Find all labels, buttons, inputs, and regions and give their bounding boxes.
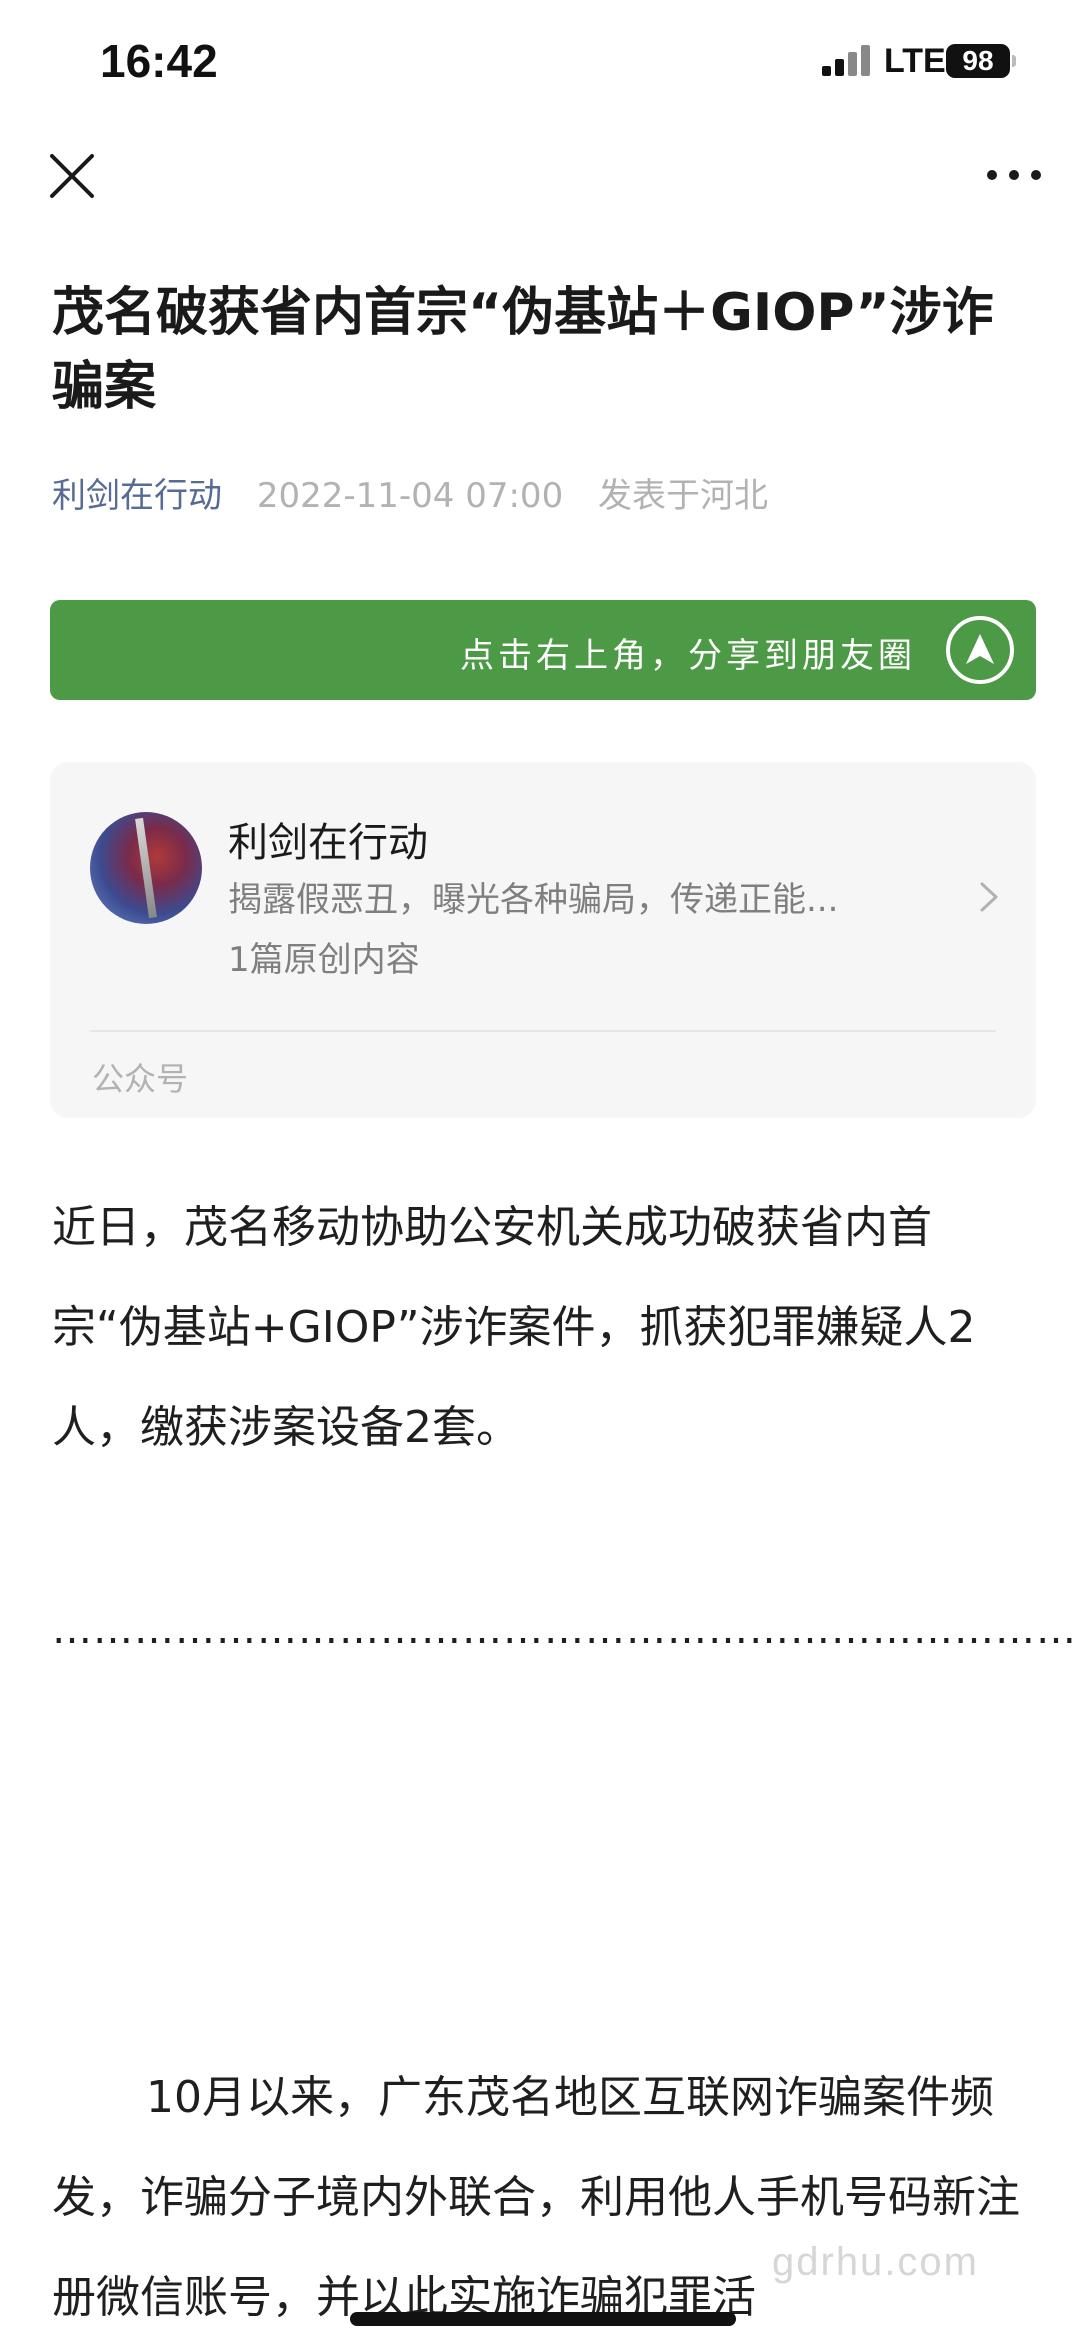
close-icon[interactable] [44,148,100,204]
wechat-article-page: 16:42 LTE 98 茂名破获省内首宗“伪基站＋GIOP”涉诈骗案 利剑在行… [0,0,1080,2337]
account-name: 利剑在行动 [228,820,428,866]
publish-date: 2022-11-04 07:00 [256,476,564,516]
watermark: gdrhu.com [772,2240,979,2284]
battery-icon: 98 [946,44,1016,78]
network-type: LTE [884,42,946,80]
status-time: 16:42 [100,35,218,87]
home-indicator [350,2312,736,2326]
article-paragraph-2: 10月以来，广东茂名地区互联网诈骗案件频发，诈骗分子境内外联合，利用他人手机号码… [52,2072,1020,2323]
original-count: 1篇原创内容 [228,940,420,980]
author-link[interactable]: 利剑在行动 [52,476,222,516]
article-paragraph-1: 近日，茂名移动协助公安机关成功破获省内首宗“伪基站+GIOP”涉诈案件，抓获犯罪… [52,1202,976,1453]
status-bar: 16:42 LTE 98 [0,0,1080,120]
publish-location: 发表于河北 [598,476,769,516]
article-dots-separator: …………………………………………………………………………………………………………… [52,1607,1080,1653]
cellular-signal-icon [822,44,876,76]
account-description: 揭露假恶丑，曝光各种骗局，传递正能... [228,880,839,920]
article-meta: 利剑在行动 2022-11-04 07:00 发表于河北 [52,468,768,517]
account-avatar [90,812,202,924]
account-type-label: 公众号 [92,1060,189,1098]
more-icon[interactable] [984,160,1044,190]
article-title: 茂名破获省内首宗“伪基站＋GIOP”涉诈骗案 [52,283,994,417]
share-to-moments-banner[interactable]: 点击右上角，分享到朋友圈 [50,600,1036,700]
share-arrow-icon [946,616,1014,684]
account-card[interactable]: 利剑在行动 揭露假恶丑，曝光各种骗局，传递正能... 1篇原创内容 公众号 [50,762,1036,1118]
chevron-right-icon [980,882,998,912]
share-banner-text: 点击右上角，分享到朋友圈 [460,636,916,676]
card-divider [90,1030,996,1032]
